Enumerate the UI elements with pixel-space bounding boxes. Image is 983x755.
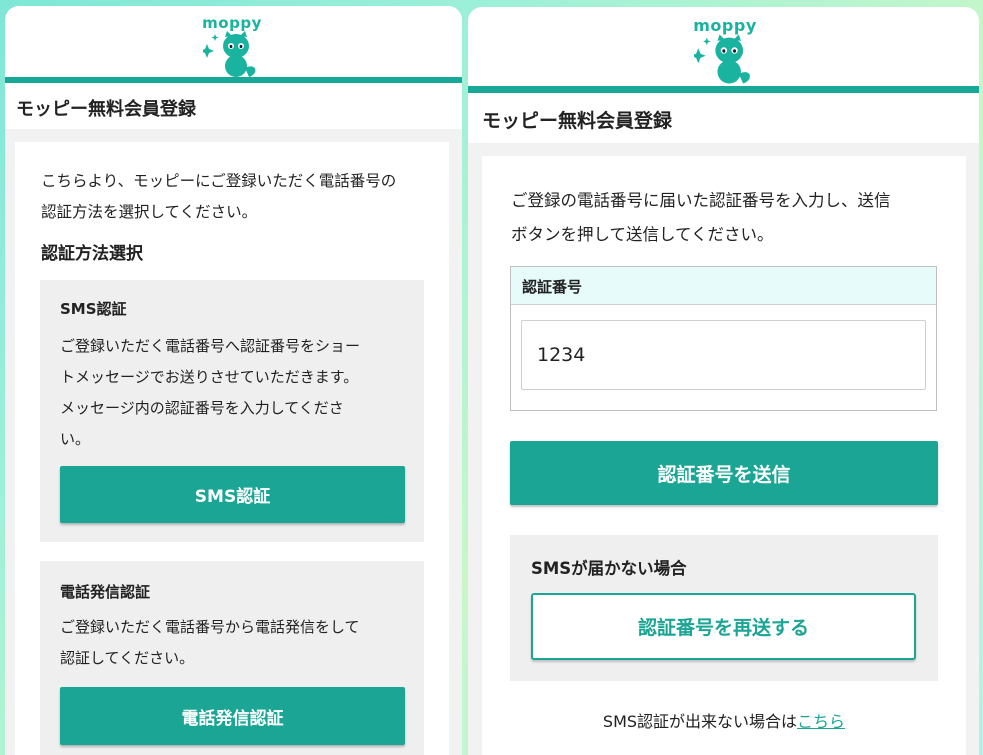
sms-method-title: SMS認証: [60, 300, 127, 318]
section-heading: 認証方法選択: [41, 244, 143, 264]
mascot-icon: [694, 34, 750, 84]
submit-code-button[interactable]: 認証番号を送信: [510, 441, 938, 505]
code-entry-card: ご登録の電話番号に届いた認証番号を入力し、送信 ボタンを押して送信してください。…: [482, 156, 966, 755]
sms-auth-button[interactable]: SMS認証: [60, 466, 405, 523]
sms-method-description: ご登録いただく電話番号へ認証番号をショー トメッセージでお送りさせていただきます…: [60, 337, 361, 448]
sms-code-entry-screen: moppy モッピー無料会員登録 ご登録の電話番号に届いた認証番号を入力し、送信…: [468, 7, 979, 755]
moppy-logo[interactable]: moppy: [690, 16, 760, 86]
resend-heading: SMSが届かない場合: [531, 559, 687, 578]
header: moppy: [468, 7, 979, 85]
fallback-link[interactable]: こちら: [797, 712, 845, 731]
code-field-header: 認証番号: [511, 267, 936, 305]
sms-method-box: SMS認証 ご登録いただく電話番号へ認証番号をショー トメッセージでお送りさせて…: [40, 280, 424, 542]
call-method-description: ご登録いただく電話番号から電話発信をして 認証してください。: [60, 618, 360, 667]
code-label: 認証番号: [522, 278, 583, 296]
intro-text: こちらより、モッピーにご登録いただく電話番号の 認証方法を選択してください。: [41, 172, 397, 221]
page-title: モッピー無料会員登録: [16, 99, 196, 120]
header-divider: [468, 86, 979, 93]
code-field-group: 認証番号: [510, 266, 937, 411]
call-method-title: 電話発信認証: [60, 583, 151, 601]
call-method-box: 電話発信認証 ご登録いただく電話番号から電話発信をして 認証してください。 電話…: [40, 561, 424, 755]
code-input[interactable]: [521, 320, 926, 390]
title-bar: モッピー無料会員登録: [5, 83, 462, 129]
page-title: モッピー無料会員登録: [482, 110, 673, 132]
sms-fallback-note: SMS認証が出来ない場合はこちら: [482, 708, 966, 732]
sms-method-select-screen: moppy モッピー無料会員登録 こちらより、モッピーにご登録いただく電話番号の…: [5, 6, 462, 755]
method-select-card: こちらより、モッピーにご登録いただく電話番号の 認証方法を選択してください。 認…: [15, 142, 449, 755]
moppy-logo[interactable]: moppy: [199, 14, 265, 78]
resend-box: SMSが届かない場合 認証番号を再送する: [510, 535, 938, 681]
sparkle-icon: [203, 44, 214, 58]
mascot-icon: [203, 31, 256, 77]
title-bar: モッピー無料会員登録: [468, 93, 979, 143]
sparkle-icon: [694, 48, 706, 64]
intro-text: ご登録の電話番号に届いた認証番号を入力し、送信 ボタンを押して送信してください。: [511, 191, 891, 244]
call-auth-button[interactable]: 電話発信認証: [60, 687, 405, 745]
resend-code-button[interactable]: 認証番号を再送する: [531, 593, 916, 660]
header: moppy: [5, 6, 462, 78]
fallback-text: SMS認証が出来ない場合は: [602, 712, 798, 731]
